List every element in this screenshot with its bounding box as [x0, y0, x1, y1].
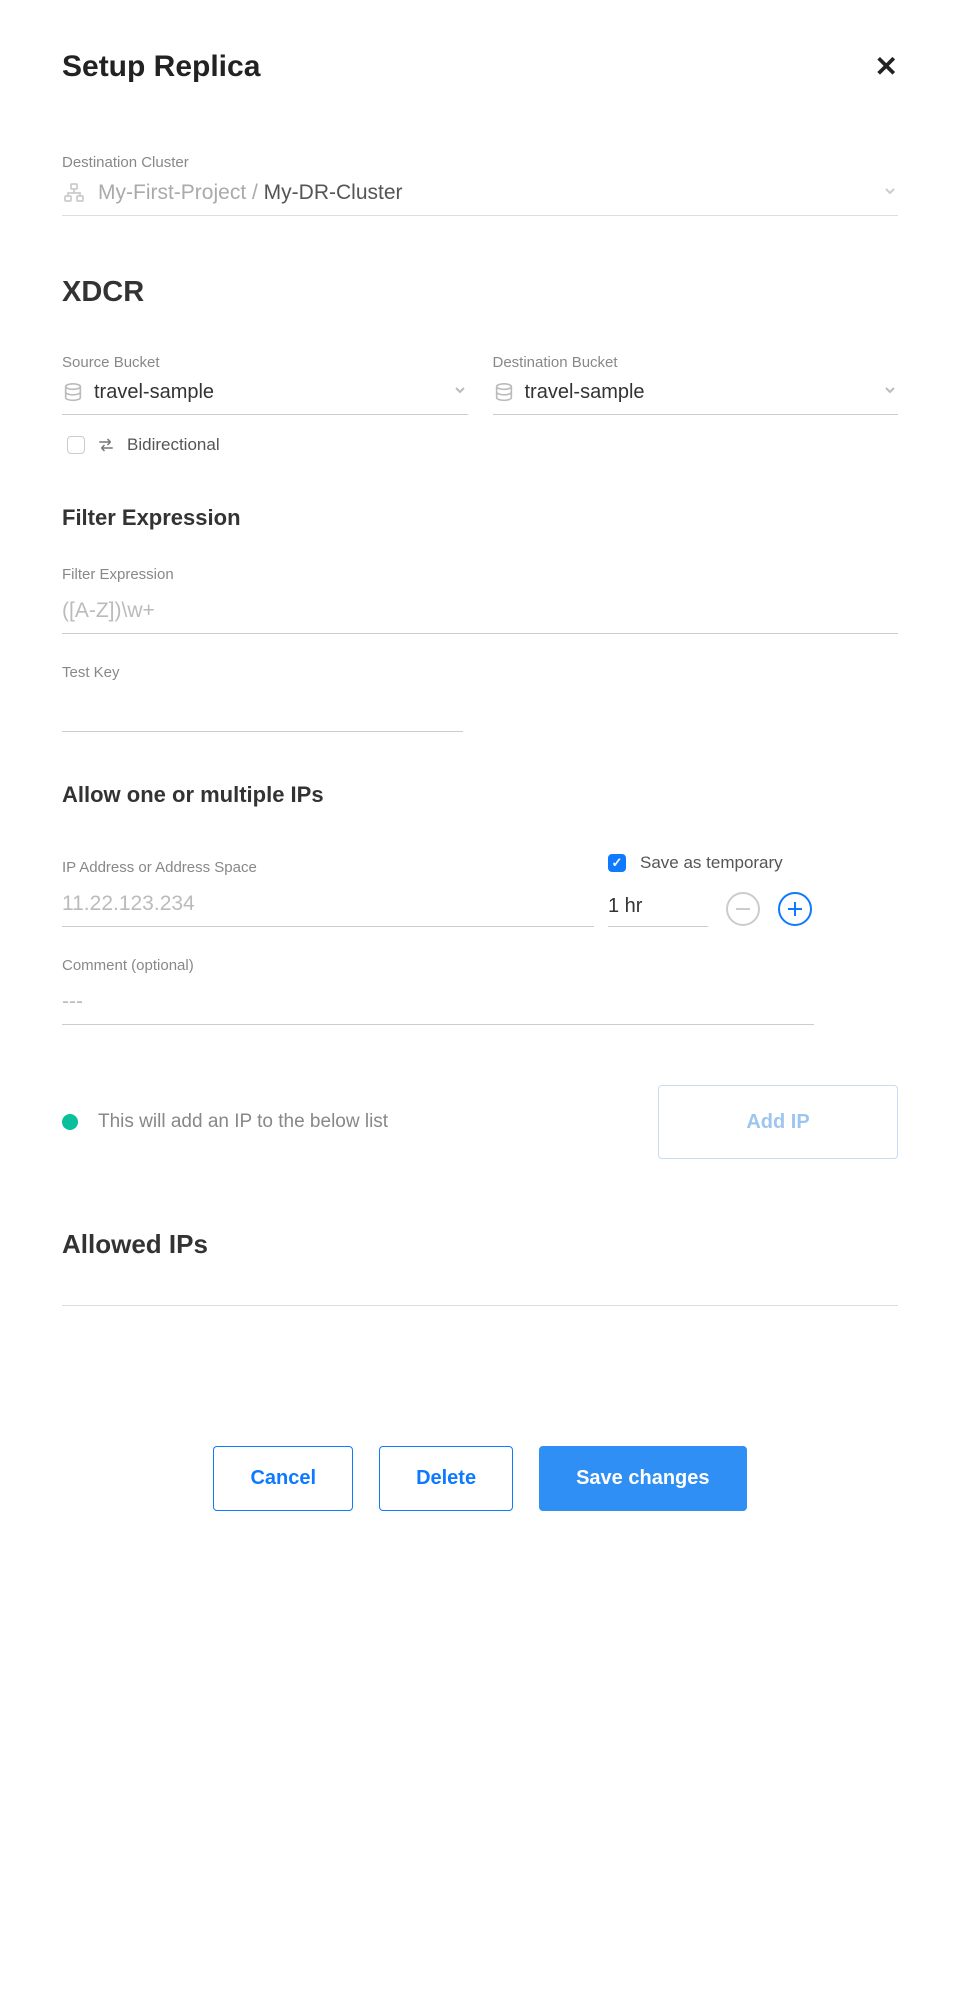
- database-icon: [62, 382, 84, 404]
- save-temporary-label: Save as temporary: [640, 853, 783, 873]
- allowed-ips-divider: [62, 1305, 898, 1306]
- minus-icon: [736, 908, 750, 911]
- bidirectional-label: Bidirectional: [127, 435, 220, 455]
- bidirectional-checkbox[interactable]: [67, 436, 85, 454]
- project-path: My-First-Project /: [98, 181, 264, 204]
- chevron-down-icon: [882, 382, 898, 403]
- test-key-input[interactable]: [62, 691, 463, 732]
- filter-expression-input[interactable]: [62, 593, 898, 634]
- destination-bucket-dropdown[interactable]: travel-sample: [493, 381, 899, 415]
- ip-address-input[interactable]: [62, 886, 594, 927]
- plus-icon-v: [794, 902, 797, 916]
- source-bucket-dropdown[interactable]: travel-sample: [62, 381, 468, 415]
- add-ip-button[interactable]: Add IP: [658, 1085, 898, 1159]
- filter-expression-title: Filter Expression: [62, 505, 898, 531]
- destination-bucket-label: Destination Bucket: [493, 354, 899, 371]
- decrease-duration-button[interactable]: [726, 892, 760, 926]
- destination-bucket-value: travel-sample: [525, 381, 883, 404]
- ip-address-label: IP Address or Address Space: [62, 859, 594, 876]
- source-bucket-label: Source Bucket: [62, 354, 468, 371]
- close-icon[interactable]: ✕: [875, 53, 898, 81]
- increase-duration-button[interactable]: [778, 892, 812, 926]
- database-icon: [493, 382, 515, 404]
- hint-dot-icon: [62, 1114, 78, 1130]
- allow-ips-title: Allow one or multiple IPs: [62, 782, 898, 808]
- save-temporary-checkbox[interactable]: [608, 854, 626, 872]
- cancel-button[interactable]: Cancel: [213, 1446, 353, 1511]
- destination-cluster-label: Destination Cluster: [62, 154, 898, 171]
- save-changes-button[interactable]: Save changes: [539, 1446, 746, 1511]
- chevron-down-icon: [882, 183, 898, 204]
- filter-expression-label: Filter Expression: [62, 566, 898, 583]
- page-title: Setup Replica: [62, 50, 260, 84]
- test-key-label: Test Key: [62, 664, 463, 681]
- duration-input[interactable]: [608, 891, 708, 927]
- source-bucket-value: travel-sample: [94, 381, 452, 404]
- comment-input[interactable]: [62, 984, 814, 1025]
- cluster-icon: [62, 181, 86, 205]
- bidirectional-icon: [97, 438, 115, 452]
- allowed-ips-title: Allowed IPs: [62, 1229, 898, 1260]
- chevron-down-icon: [452, 382, 468, 403]
- comment-label: Comment (optional): [62, 957, 814, 974]
- delete-button[interactable]: Delete: [379, 1446, 513, 1511]
- xdcr-title: XDCR: [62, 276, 898, 309]
- cluster-name: My-DR-Cluster: [264, 181, 403, 204]
- destination-cluster-dropdown[interactable]: My-First-Project / My-DR-Cluster: [62, 181, 898, 216]
- add-ip-hint-text: This will add an IP to the below list: [98, 1108, 638, 1137]
